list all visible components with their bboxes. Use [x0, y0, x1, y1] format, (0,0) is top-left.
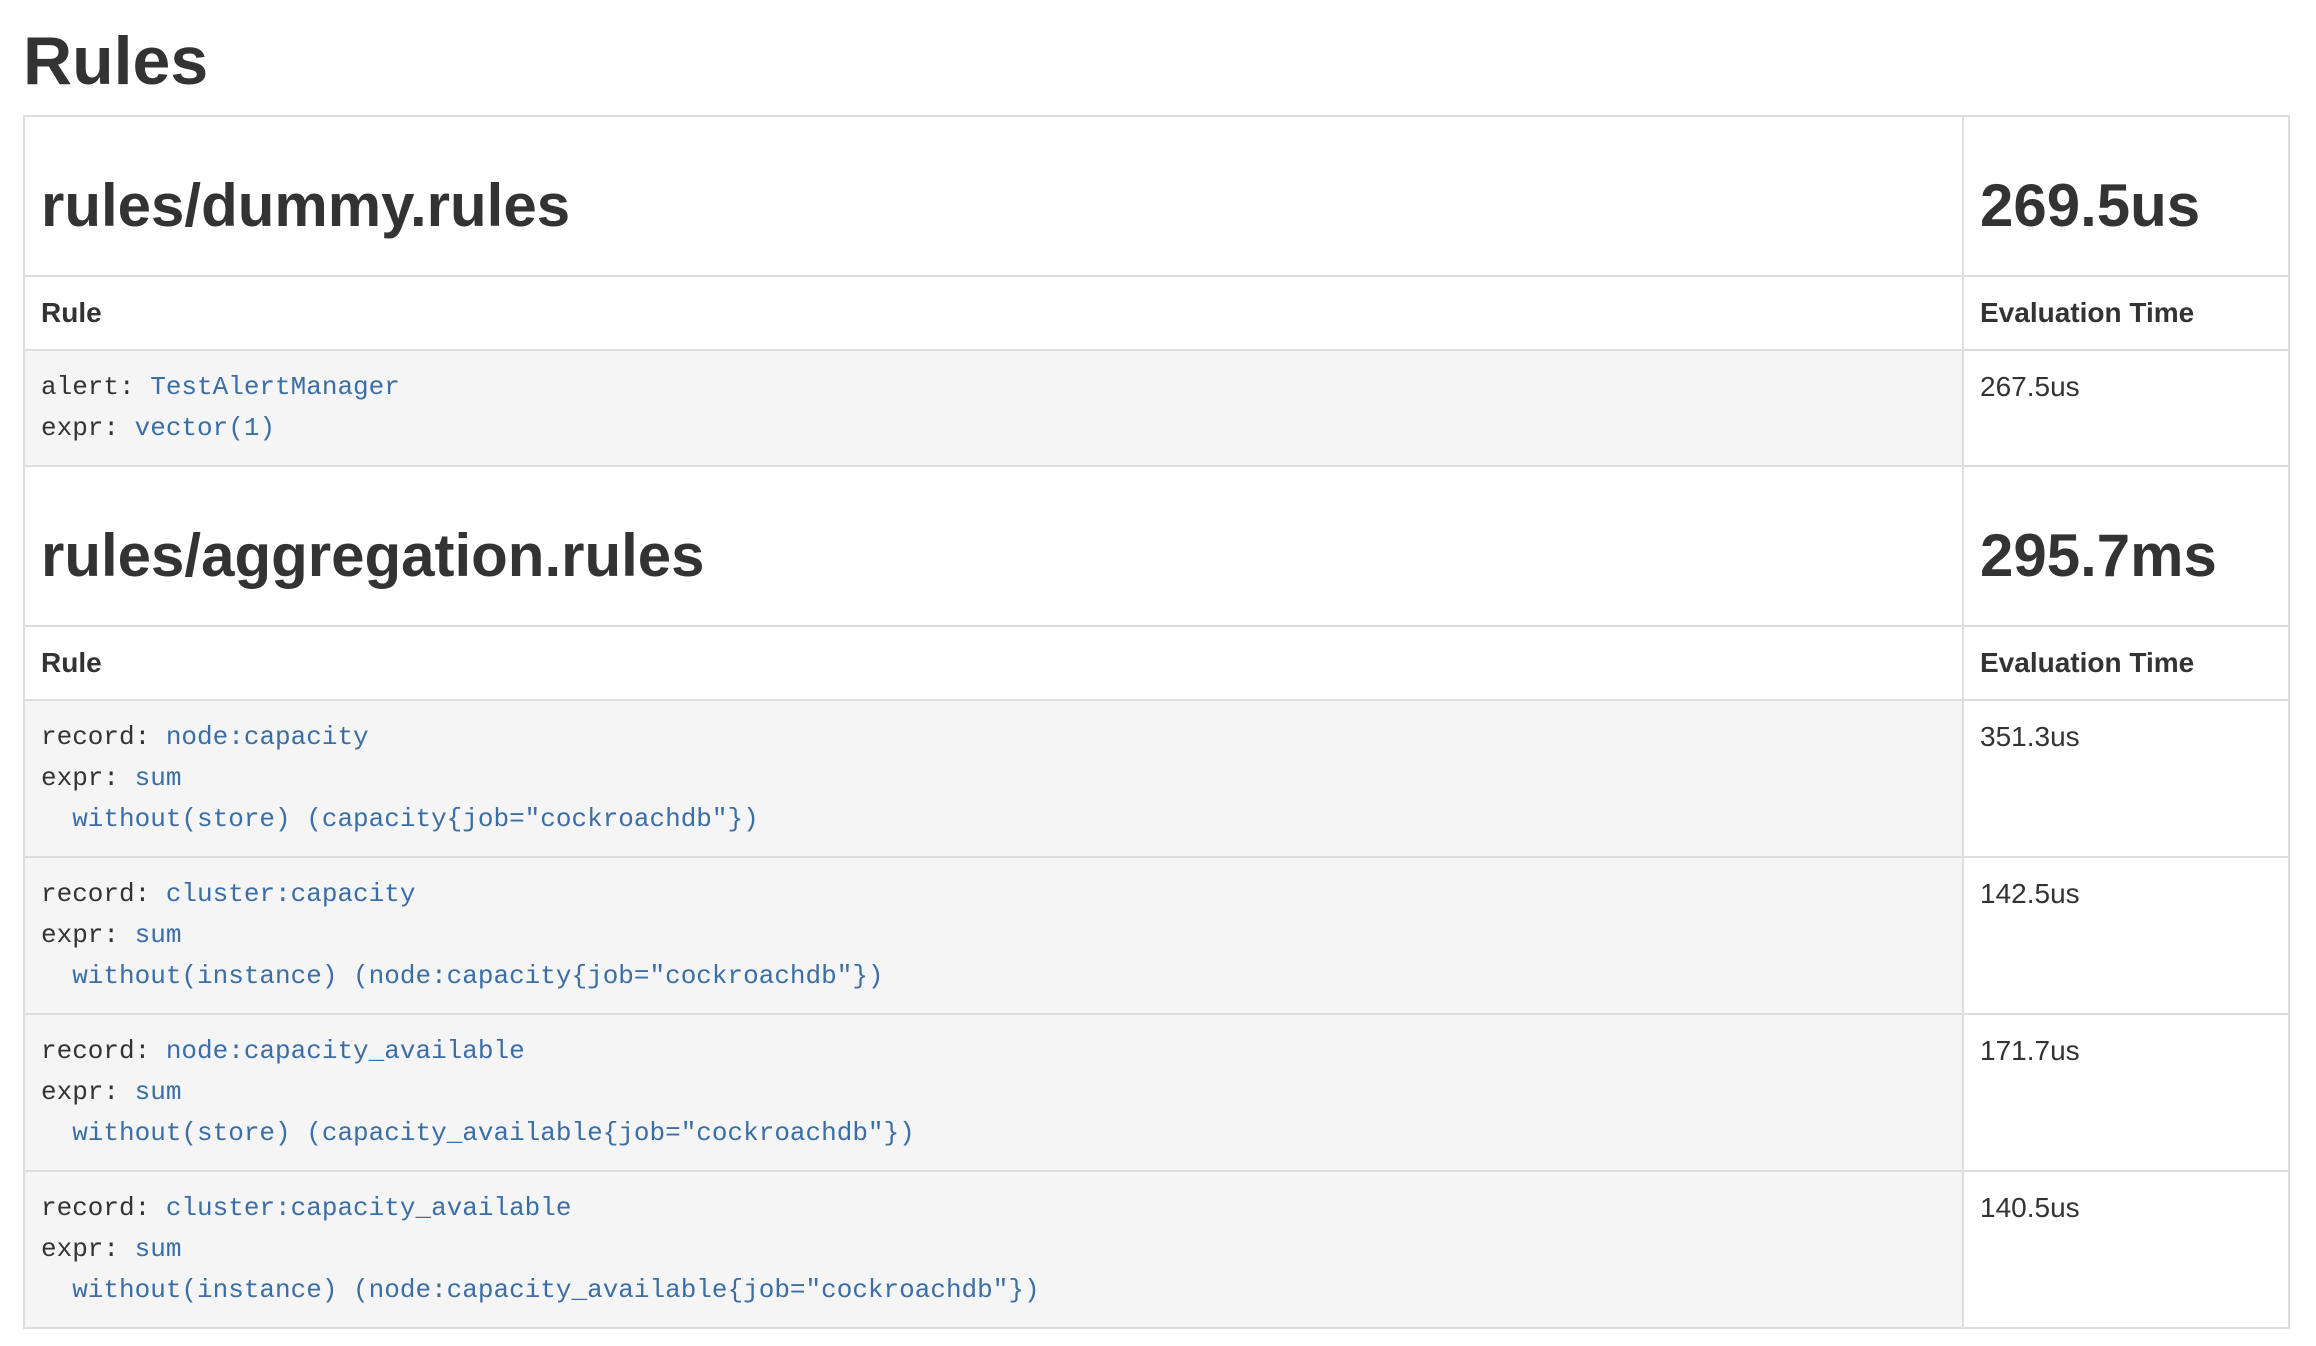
rule-eval-time: 140.5us	[1963, 1171, 2289, 1328]
rule-keyword: record:	[41, 722, 166, 752]
rule-keyword: expr:	[41, 1077, 135, 1107]
rule-definition: alert: TestAlertManager expr: vector(1)	[41, 367, 1946, 449]
rule-keyword: alert:	[41, 372, 150, 402]
rule-link[interactable]: sum without(instance) (node:capacity{job…	[41, 920, 884, 991]
rule-column-header: Rule	[24, 626, 1963, 700]
rule-row: record: node:capacity_available expr: su…	[24, 1014, 2289, 1171]
rule-definition: record: cluster:capacity_available expr:…	[41, 1188, 1946, 1311]
rule-eval-time: 171.7us	[1963, 1014, 2289, 1171]
rule-keyword: expr:	[41, 920, 135, 950]
rule-group-name-cell: rules/aggregation.rules	[24, 466, 1963, 626]
eval-time-column-header: Evaluation Time	[1963, 626, 2289, 700]
rule-keyword: record:	[41, 879, 166, 909]
rule-link[interactable]: TestAlertManager	[150, 372, 400, 402]
rule-link[interactable]: sum without(store) (capacity_available{j…	[41, 1077, 915, 1148]
rule-keyword: expr:	[41, 1234, 135, 1264]
rule-link[interactable]: cluster:capacity_available	[166, 1193, 572, 1223]
rule-group-time-cell: 295.7ms	[1963, 466, 2289, 626]
rule-definition-cell: alert: TestAlertManager expr: vector(1)	[24, 350, 1963, 466]
rule-eval-time: 142.5us	[1963, 857, 2289, 1014]
column-header-row: Rule Evaluation Time	[24, 626, 2289, 700]
rule-link[interactable]: sum without(instance) (node:capacity_ava…	[41, 1234, 1040, 1305]
rule-group-header-row: rules/aggregation.rules 295.7ms	[24, 466, 2289, 626]
rule-row: alert: TestAlertManager expr: vector(1) …	[24, 350, 2289, 466]
rule-row: record: cluster:capacity expr: sum witho…	[24, 857, 2289, 1014]
rules-table: rules/dummy.rules 269.5us Rule Evaluatio…	[23, 115, 2290, 1329]
rule-definition: record: node:capacity expr: sum without(…	[41, 717, 1946, 840]
rule-definition-cell: record: cluster:capacity expr: sum witho…	[24, 857, 1963, 1014]
rule-group-time-cell: 269.5us	[1963, 116, 2289, 276]
rule-link[interactable]: node:capacity_available	[166, 1036, 525, 1066]
rule-column-header: Rule	[24, 276, 1963, 350]
rule-link[interactable]: vector(1)	[135, 413, 275, 443]
rule-row: record: node:capacity expr: sum without(…	[24, 700, 2289, 857]
column-header-row: Rule Evaluation Time	[24, 276, 2289, 350]
rule-eval-time: 267.5us	[1963, 350, 2289, 466]
rule-keyword: expr:	[41, 413, 135, 443]
rule-link[interactable]: node:capacity	[166, 722, 369, 752]
page-title: Rules	[23, 24, 2290, 99]
rule-keyword: record:	[41, 1193, 166, 1223]
rule-group-file: rules/aggregation.rules	[41, 523, 1946, 589]
rule-link[interactable]: cluster:capacity	[166, 879, 416, 909]
rule-definition-cell: record: node:capacity_available expr: su…	[24, 1014, 1963, 1171]
rule-keyword: record:	[41, 1036, 166, 1066]
rules-table-body: rules/dummy.rules 269.5us Rule Evaluatio…	[24, 116, 2289, 1328]
rule-definition-cell: record: cluster:capacity_available expr:…	[24, 1171, 1963, 1328]
rule-group-file: rules/dummy.rules	[41, 173, 1946, 239]
rule-definition-cell: record: node:capacity expr: sum without(…	[24, 700, 1963, 857]
rule-group-eval-time: 269.5us	[1980, 173, 2272, 239]
rules-page: Rules rules/dummy.rules 269.5us Rule Eva…	[0, 24, 2316, 1329]
rule-keyword: expr:	[41, 763, 135, 793]
rule-group-header-row: rules/dummy.rules 269.5us	[24, 116, 2289, 276]
rule-group-name-cell: rules/dummy.rules	[24, 116, 1963, 276]
rule-eval-time: 351.3us	[1963, 700, 2289, 857]
rule-definition: record: cluster:capacity expr: sum witho…	[41, 874, 1946, 997]
rule-definition: record: node:capacity_available expr: su…	[41, 1031, 1946, 1154]
eval-time-column-header: Evaluation Time	[1963, 276, 2289, 350]
rule-row: record: cluster:capacity_available expr:…	[24, 1171, 2289, 1328]
rule-link[interactable]: sum without(store) (capacity{job="cockro…	[41, 763, 759, 834]
rule-group-eval-time: 295.7ms	[1980, 523, 2272, 589]
